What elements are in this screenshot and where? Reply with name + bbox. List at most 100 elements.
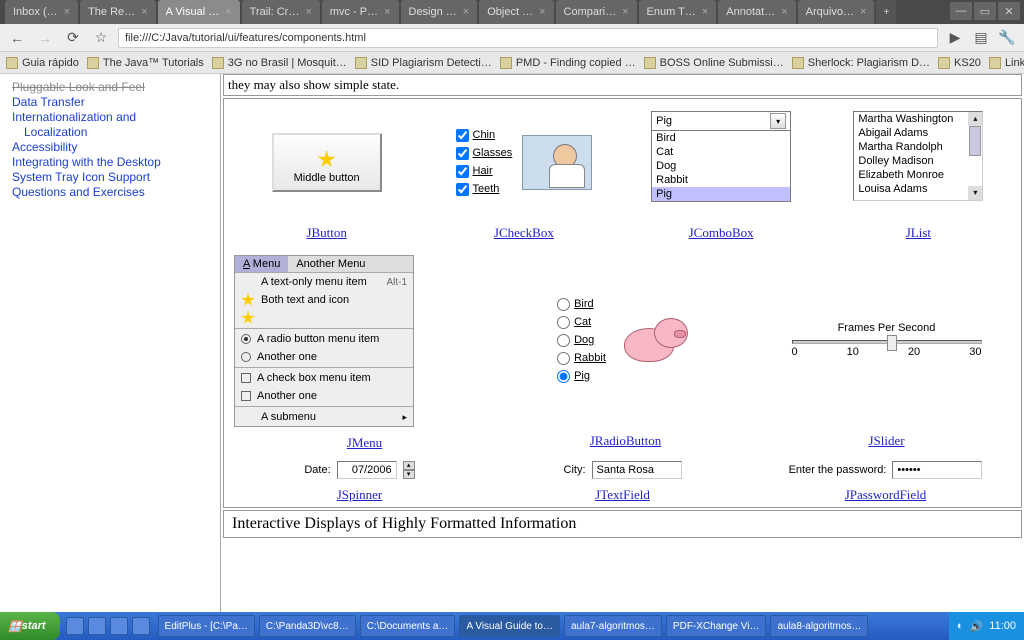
combo-option[interactable]: Cat [652, 145, 790, 159]
play-icon[interactable]: ▶ [944, 27, 966, 49]
close-button[interactable]: ✕ [998, 2, 1020, 20]
url-input[interactable]: file:///C:/Java/tutorial/ui/features/com… [118, 28, 938, 48]
ql-icon[interactable] [132, 617, 150, 635]
radio-pig[interactable]: Pig [557, 370, 590, 382]
back-button[interactable]: ← [6, 27, 28, 49]
text-input[interactable] [592, 461, 682, 479]
radio-cat[interactable]: Cat [557, 316, 591, 328]
bookmark-item[interactable]: The Java™ Tutorials [87, 57, 204, 69]
middle-button[interactable]: Middle button [272, 133, 382, 192]
nav-item[interactable]: Pluggable Look and Feel [12, 80, 208, 95]
slider[interactable]: Frames Per Second 0102030 [792, 322, 982, 358]
nav-item[interactable]: Accessibility [12, 140, 208, 155]
menu-radio-1[interactable]: A radio button menu item [235, 330, 413, 348]
star-icon[interactable]: ☆ [90, 27, 112, 49]
list-item[interactable]: Dolley Madison [854, 154, 982, 168]
clock[interactable]: 11:00 [989, 620, 1016, 632]
ql-icon[interactable] [88, 617, 106, 635]
close-icon[interactable]: × [64, 6, 70, 18]
caption-jspinner[interactable]: JSpinner [337, 487, 383, 503]
close-icon[interactable]: × [384, 6, 390, 18]
tab-inbox[interactable]: Inbox (…× [5, 0, 78, 24]
menu-check-1[interactable]: A check box menu item [235, 369, 413, 387]
bookmark-item[interactable]: 3G no Brasil | Mosquit… [212, 57, 347, 69]
nav-item[interactable]: Internationalization and [12, 110, 208, 125]
scroll-thumb[interactable] [969, 126, 981, 156]
new-tab-button[interactable]: + [876, 0, 896, 24]
scroll-down-button[interactable]: ▾ [968, 186, 982, 200]
tab-7[interactable]: Compari…× [556, 0, 637, 24]
caption-jcombobox[interactable]: JComboBox [689, 225, 754, 241]
bookmark-item[interactable]: SID Plagiarism Detecti… [355, 57, 492, 69]
list-item[interactable]: Martha Washington [854, 112, 982, 126]
list-item[interactable]: Elizabeth Monroe [854, 168, 982, 182]
bookmark-item[interactable]: Linksys AP LASIC [989, 57, 1024, 69]
nav-item[interactable]: Localization [12, 125, 208, 140]
password-input[interactable] [892, 461, 982, 479]
nav-item[interactable]: Questions and Exercises [12, 185, 208, 200]
caption-jcheckbox[interactable]: JCheckBox [494, 225, 554, 241]
checkbox-glasses[interactable]: Glasses [456, 144, 513, 162]
start-button[interactable]: 🪟 start [0, 612, 60, 640]
combo-box[interactable]: Pig▾ Bird Cat Dog Rabbit Pig [651, 111, 791, 202]
task-button[interactable]: aula8-algoritmos… [770, 615, 868, 637]
menu-item-text[interactable]: A text-only menu itemAlt-1 [235, 273, 413, 291]
combo-option[interactable]: Bird [652, 131, 790, 145]
task-button-active[interactable]: A Visual Guide to… [459, 615, 560, 637]
menu-tab-a[interactable]: A A MenuMenu [235, 256, 288, 272]
tab-10[interactable]: Arquivo…× [798, 0, 875, 24]
close-icon[interactable]: × [702, 6, 708, 18]
list-item[interactable]: Abigail Adams [854, 126, 982, 140]
nav-item[interactable]: Integrating with the Desktop [12, 155, 208, 170]
system-tray[interactable]: ◐ 🔊 11:00 [949, 612, 1024, 640]
caption-jradio[interactable]: JRadioButton [590, 433, 662, 449]
close-icon[interactable]: × [141, 6, 147, 18]
radio-dog[interactable]: Dog [557, 334, 594, 346]
bookmark-item[interactable]: Guia rápido [6, 57, 79, 69]
spin-up-button[interactable]: ▴ [403, 461, 415, 470]
tab-4[interactable]: mvc - P…× [322, 0, 399, 24]
close-icon[interactable]: × [225, 6, 231, 18]
reload-button[interactable]: ⟳ [62, 27, 84, 49]
tab-8[interactable]: Enum T…× [639, 0, 717, 24]
close-icon[interactable]: × [622, 6, 628, 18]
menu-tab-another[interactable]: Another Menu [288, 256, 373, 272]
page-icon[interactable]: ▤ [970, 27, 992, 49]
maximize-button[interactable]: ▭ [974, 2, 996, 20]
bookmark-item[interactable]: Sherlock: Plagiarism D… [792, 57, 930, 69]
menu-radio-2[interactable]: Another one [235, 348, 413, 366]
radio-rabbit[interactable]: Rabbit [557, 352, 606, 364]
combo-option[interactable]: Rabbit [652, 173, 790, 187]
caption-jtextfield[interactable]: JTextField [595, 487, 650, 503]
list-item[interactable]: Martha Randolph [854, 140, 982, 154]
close-icon[interactable]: × [781, 6, 787, 18]
forward-button[interactable]: → [34, 27, 56, 49]
task-button[interactable]: PDF-XChange Vi… [666, 615, 767, 637]
menu-submenu[interactable]: A submenu▸ [235, 408, 413, 426]
caption-jslider[interactable]: JSlider [868, 433, 904, 449]
tab-5[interactable]: Design …× [401, 0, 478, 24]
close-icon[interactable]: × [463, 6, 469, 18]
nav-item[interactable]: Data Transfer [12, 95, 208, 110]
caption-jmenu[interactable]: JMenu [347, 435, 382, 451]
checkbox-teeth[interactable]: Teeth [456, 180, 513, 198]
bookmark-item[interactable]: KS20 [938, 57, 981, 69]
combo-option-selected[interactable]: Pig [652, 187, 790, 201]
task-button[interactable]: EditPlus - [C:\Pa… [158, 615, 255, 637]
minimize-button[interactable]: — [950, 2, 972, 20]
spinner-input[interactable] [337, 461, 397, 479]
wrench-icon[interactable]: 🔧 [996, 27, 1018, 49]
close-icon[interactable]: × [539, 6, 545, 18]
radio-bird[interactable]: Bird [557, 298, 594, 310]
spin-down-button[interactable]: ▾ [403, 470, 415, 479]
combo-option[interactable]: Dog [652, 159, 790, 173]
tab-6[interactable]: Object …× [479, 0, 553, 24]
menu-item-icon[interactable] [235, 309, 413, 327]
tray-icon[interactable]: ◐ [957, 620, 964, 632]
close-icon[interactable]: × [305, 6, 311, 18]
tab-3[interactable]: Trail: Cr…× [242, 0, 320, 24]
tab-1[interactable]: The Re…× [80, 0, 156, 24]
scroll-up-button[interactable]: ▴ [968, 112, 982, 126]
task-button[interactable]: C:\Panda3D\vc8… [259, 615, 356, 637]
list-item[interactable]: Louisa Adams [854, 182, 982, 196]
